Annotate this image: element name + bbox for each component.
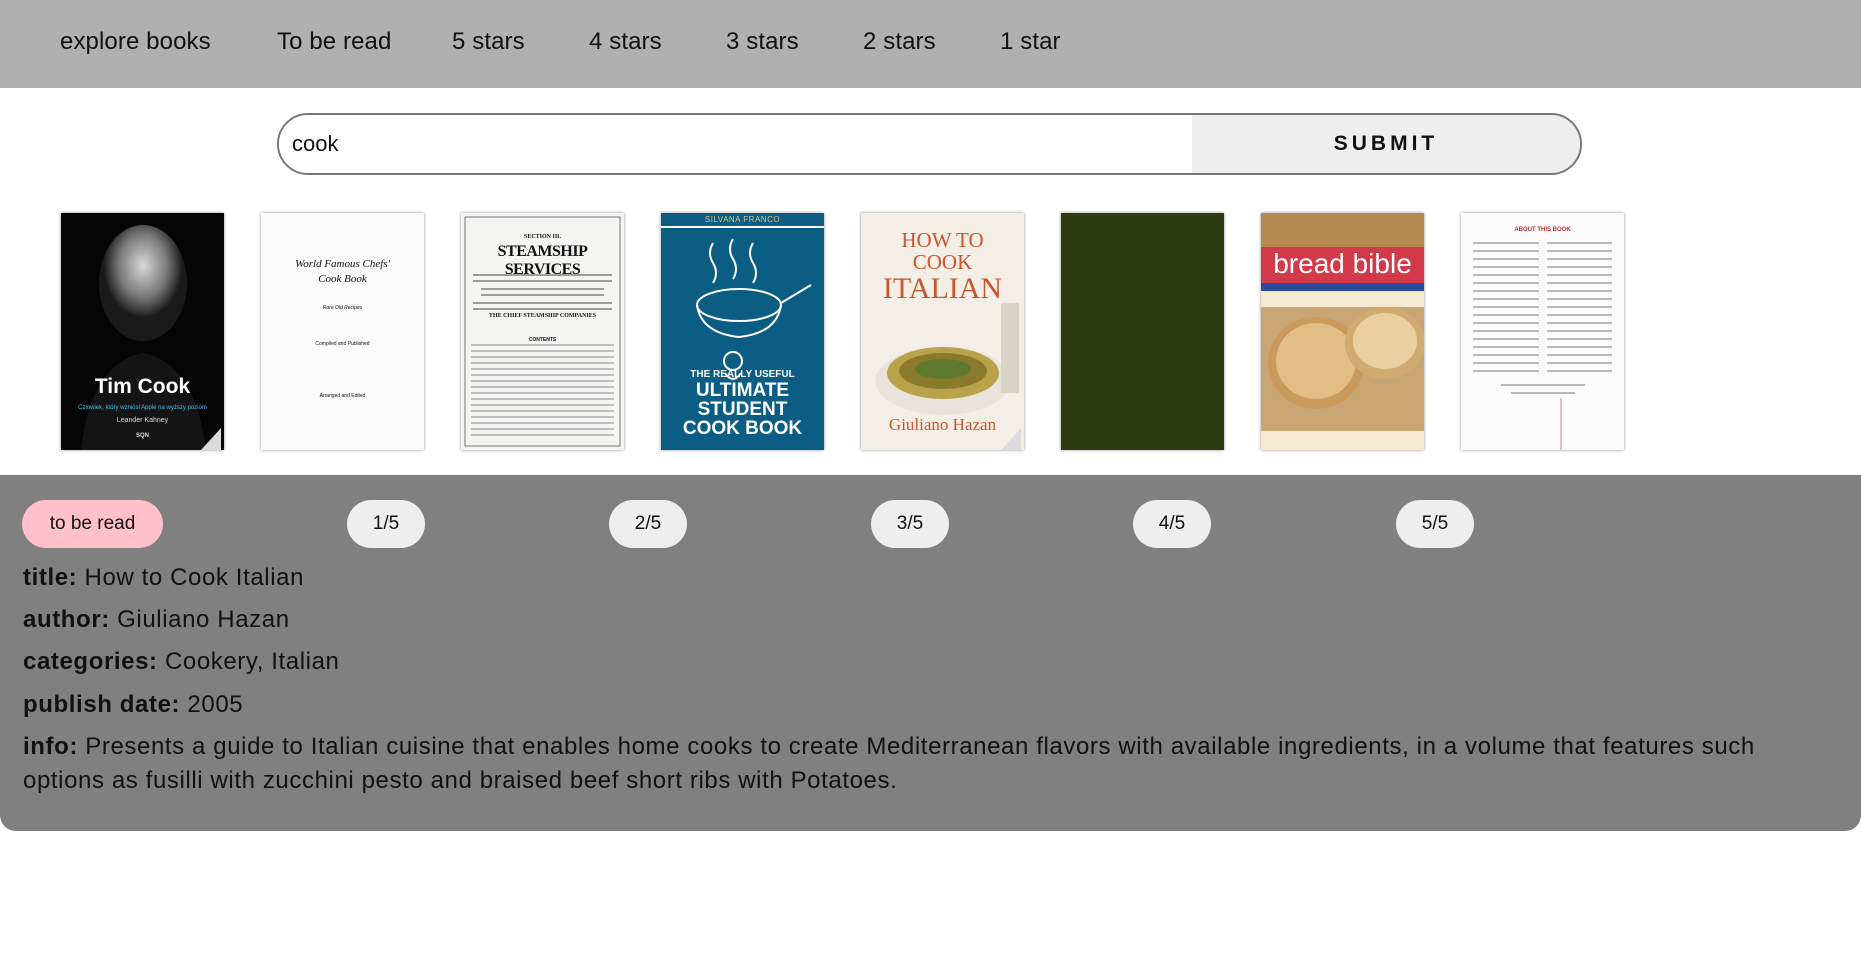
cover-line: THE REALLY USEFUL <box>690 369 795 380</box>
detail-title-value: How to Cook Italian <box>84 564 305 591</box>
detail-info-label: info: <box>23 733 78 760</box>
cover-author: SILVANA FRANCO <box>704 215 781 224</box>
book-cover-how-to-cook-italian[interactable]: HOW TO COOK ITALIAN Giuliano Hazan <box>861 213 1024 450</box>
cover-line: Arranged and Edited <box>319 393 366 399</box>
rating-1-button[interactable]: 1/5 <box>347 500 425 548</box>
search-input[interactable] <box>279 115 1192 173</box>
book-cover-plain-green[interactable] <box>1061 213 1224 450</box>
submit-button[interactable]: SUBMIT <box>1192 115 1580 173</box>
detail-author: author: Giuliano Hazan <box>23 606 290 634</box>
book-cover-about-this-book[interactable]: ABOUT THIS BOOK <box>1461 213 1624 450</box>
cover-title: STEAMSHIP SERVICES <box>497 243 588 278</box>
book-cover-ultimate-student-cook-book[interactable]: SILVANA FRANCO THE REALLY USEFUL ULTIMAT… <box>661 213 824 450</box>
text-page-image <box>1461 213 1624 450</box>
detail-categories-label: categories: <box>23 648 158 675</box>
cover-title: ABOUT THIS BOOK <box>1514 227 1571 233</box>
detail-title: title: How to Cook Italian <box>23 564 304 592</box>
nav-explore-books[interactable]: explore books <box>60 28 211 56</box>
cover-subtitle: Człowiek, który wzniósł Apple na wyższy … <box>78 405 207 411</box>
cover-author: Giuliano Hazan <box>888 415 997 434</box>
cover-title: World Famous Chefs' Cook Book <box>295 258 390 285</box>
cover-line: CONTENTS <box>528 337 557 343</box>
search-bar: SUBMIT <box>277 113 1582 175</box>
cover-publisher: SQN <box>135 433 149 439</box>
cover-section: SECTION III. <box>523 234 561 240</box>
rating-4-button[interactable]: 4/5 <box>1133 500 1211 548</box>
top-nav: explore books To be read 5 stars 4 stars… <box>0 0 1861 88</box>
cover-author: Leander Kahney <box>116 417 169 424</box>
cover-line: HOW TO <box>901 228 984 252</box>
rating-3-button[interactable]: 3/5 <box>871 500 949 548</box>
rating-2-button[interactable]: 2/5 <box>609 500 687 548</box>
nav-to-be-read[interactable]: To be read <box>277 28 391 56</box>
book-cover-tim-cook[interactable]: Tim Cook Człowiek, który wzniósł Apple n… <box>61 213 224 450</box>
cover-line: ULTIMATE <box>695 380 790 401</box>
cover-line: STUDENT <box>697 399 788 420</box>
cover-line: Rare Old Recipes <box>322 305 363 311</box>
book-cover-bread-bible[interactable]: bread bible <box>1261 213 1424 450</box>
nav-1-star[interactable]: 1 star <box>1000 28 1061 56</box>
detail-title-label: title: <box>23 564 78 591</box>
cover-line: COOK <box>912 250 973 274</box>
book-cover-steamship-services[interactable]: SECTION III. STEAMSHIP SERVICES THE CHIE… <box>461 213 624 450</box>
detail-categories-value: Cookery, Italian <box>164 648 340 675</box>
cover-title: bread bible <box>1273 248 1412 279</box>
cover-title: Tim Cook <box>94 375 191 398</box>
cover-line: COOK BOOK <box>682 418 803 439</box>
rating-5-button[interactable]: 5/5 <box>1396 500 1474 548</box>
to-be-read-button[interactable]: to be read <box>22 500 163 548</box>
nav-3-stars[interactable]: 3 stars <box>726 28 799 56</box>
detail-info-value: Presents a guide to Italian cuisine that… <box>23 733 1755 794</box>
detail-publish-date-value: 2005 <box>187 691 244 718</box>
cover-line: THE CHIEF STEAMSHIP COMPANIES <box>488 313 597 319</box>
cover-line: Compiled and Published <box>315 341 370 347</box>
detail-publish-date-label: publish date: <box>23 691 181 718</box>
detail-author-value: Giuliano Hazan <box>117 606 290 633</box>
nav-5-stars[interactable]: 5 stars <box>452 28 525 56</box>
detail-categories: categories: Cookery, Italian <box>23 648 340 676</box>
detail-info: info: Presents a guide to Italian cuisin… <box>23 730 1843 798</box>
nav-2-stars[interactable]: 2 stars <box>863 28 936 56</box>
book-details-panel: to be read 1/5 2/5 3/5 4/5 5/5 title: Ho… <box>0 475 1861 831</box>
portrait-image <box>61 213 224 450</box>
book-cover-world-famous-chefs[interactable]: World Famous Chefs' Cook Book Rare Old R… <box>261 213 424 450</box>
detail-author-label: author: <box>23 606 110 633</box>
nav-4-stars[interactable]: 4 stars <box>589 28 662 56</box>
cover-line: ITALIAN <box>882 272 1003 305</box>
detail-publish-date: publish date: 2005 <box>23 691 243 719</box>
